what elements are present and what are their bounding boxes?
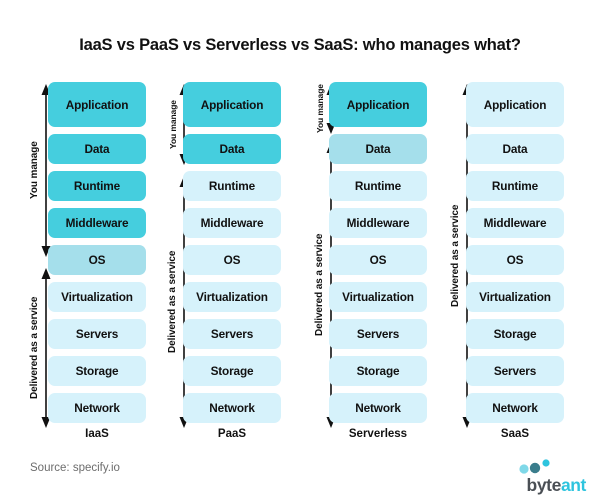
layer-box-storage: Storage [466, 319, 564, 349]
infographic-canvas: IaaS vs PaaS vs Serverless vs SaaS: who … [0, 0, 600, 503]
layer-box-virtualization: Virtualization [329, 282, 427, 312]
stack-column-serverless: Application Data Runtime Middleware OS Virtua… [329, 82, 427, 430]
layer-box-data: Data [48, 134, 146, 164]
layer-box-runtime: Runtime [329, 171, 427, 201]
layer-box-servers: Servers [183, 319, 281, 349]
layer-box-runtime: Runtime [48, 171, 146, 201]
layer-box-middleware: Middleware [466, 208, 564, 238]
layer-box-data: Data [183, 134, 281, 164]
layer-box-virtualization: Virtualization [466, 282, 564, 312]
layer-box-network: Network [183, 393, 281, 423]
layer-box-application: Application [329, 82, 427, 127]
logo-text-byte: byte [526, 475, 562, 495]
layer-box-application: Application [466, 82, 564, 127]
stack-column-iaas: Application Data Runtime Middleware OS Virtua… [48, 82, 146, 430]
source-note: Source: specify.io [30, 462, 120, 474]
arrow-label-delivered-as-a-service: Delivered as a service [167, 250, 178, 354]
layer-box-middleware: Middleware [329, 208, 427, 238]
layer-box-storage: Storage [183, 356, 281, 386]
layer-box-network: Network [329, 393, 427, 423]
byteant-logo: byteant [482, 458, 586, 498]
arrow-label-you-manage: You manage [29, 141, 40, 200]
layer-box-storage: Storage [48, 356, 146, 386]
layer-box-network: Network [466, 393, 564, 423]
layer-box-application: Application [48, 82, 146, 127]
layer-box-servers: Servers [48, 319, 146, 349]
column-caption-saas: SaaS [500, 428, 530, 440]
layer-box-virtualization: Virtualization [183, 282, 281, 312]
arrow-label-you-manage: You manage [168, 100, 178, 149]
layer-box-servers: Servers [466, 356, 564, 386]
stack-column-saas: Application Data Runtime Middleware OS Virtua… [466, 82, 564, 430]
arrow-label-delivered-as-a-service: Delivered as a service [450, 204, 461, 308]
layer-box-servers: Servers [329, 319, 427, 349]
logo-text-ant: ant [560, 475, 586, 495]
layer-box-middleware: Middleware [183, 208, 281, 238]
layer-box-runtime: Runtime [466, 171, 564, 201]
layer-box-middleware: Middleware [48, 208, 146, 238]
stack-column-paas: Application Data Runtime Middleware OS Virtua… [183, 82, 281, 430]
layer-box-data: Data [466, 134, 564, 164]
logo-wordmark: byteant [482, 475, 587, 496]
layer-box-virtualization: Virtualization [48, 282, 146, 312]
layer-box-runtime: Runtime [183, 171, 281, 201]
logo-dots-icon [519, 459, 550, 474]
arrow-label-delivered-as-a-service: Delivered as a service [29, 296, 40, 400]
column-caption-serverless: Serverless [348, 428, 408, 440]
layer-box-application: Application [183, 82, 281, 127]
layer-box-network: Network [48, 393, 146, 423]
page-title: IaaS vs PaaS vs Serverless vs SaaS: who … [79, 36, 521, 54]
layer-box-storage: Storage [329, 356, 427, 386]
column-caption-paas: PaaS [217, 428, 247, 440]
layer-box-os: OS [183, 245, 281, 275]
arrow-label-delivered-as-a-service: Delivered as a service [314, 233, 325, 337]
layer-box-data: Data [329, 134, 427, 164]
arrow-label-you-manage: You manage [315, 84, 325, 134]
layer-box-os: OS [466, 245, 564, 275]
layer-box-os: OS [329, 245, 427, 275]
column-caption-iaas: IaaS [85, 428, 109, 440]
layer-box-os: OS [48, 245, 146, 275]
